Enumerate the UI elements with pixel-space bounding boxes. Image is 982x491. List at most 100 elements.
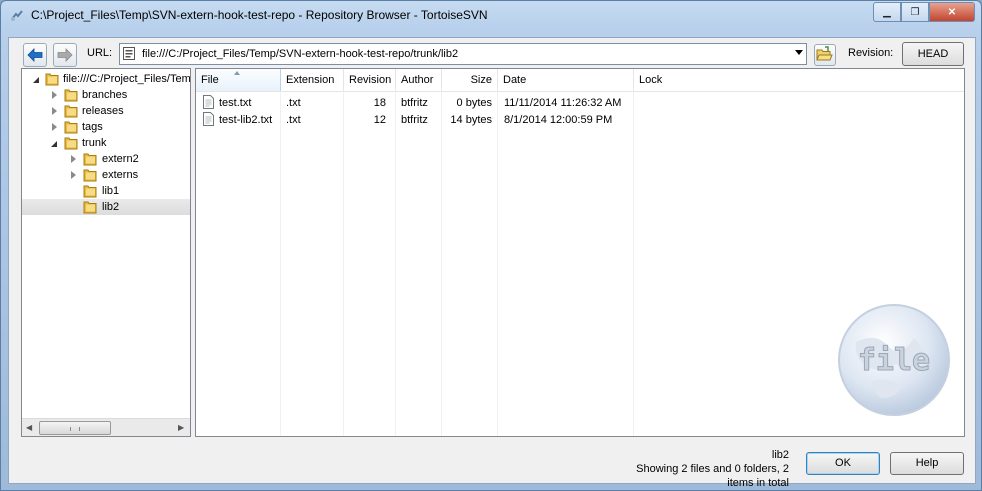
column-header-file[interactable]: File bbox=[196, 69, 281, 91]
revision-head-button[interactable]: HEAD bbox=[902, 42, 964, 66]
repository-icon bbox=[123, 47, 135, 60]
tree-item-label: releases bbox=[82, 105, 124, 117]
column-divider bbox=[441, 91, 442, 436]
tree-item-label: lib2 bbox=[102, 201, 120, 213]
url-value: file:///C:/Project_Files/Temp/SVN-extern… bbox=[142, 48, 459, 60]
file-size: 14 bytes bbox=[450, 114, 492, 126]
browse-folder-button[interactable] bbox=[814, 44, 836, 66]
column-header-size[interactable]: Size bbox=[442, 69, 498, 91]
file-name: test-lib2.txt bbox=[219, 114, 273, 126]
forward-arrow-icon bbox=[57, 48, 73, 62]
expand-toggle-icon[interactable] bbox=[71, 171, 76, 179]
text-file-icon bbox=[203, 95, 214, 109]
folder-icon bbox=[83, 185, 97, 198]
file-protocol-globe-icon: file bbox=[838, 304, 950, 416]
folder-icon bbox=[83, 201, 97, 214]
open-folder-icon bbox=[816, 46, 833, 61]
minimize-button[interactable]: ▁ bbox=[873, 2, 901, 22]
file-row[interactable]: test-lib2.txt .txt 12 btfritz 14 bytes 8… bbox=[196, 112, 964, 129]
scroll-left-icon[interactable]: ◀ bbox=[26, 423, 32, 432]
revision-label: Revision: bbox=[848, 47, 894, 59]
scrollbar-thumb[interactable] bbox=[39, 421, 111, 435]
folder-icon bbox=[64, 89, 78, 102]
folder-icon bbox=[83, 153, 97, 166]
file-list-header: File Extension Revision Author Size Date… bbox=[196, 69, 964, 92]
help-button[interactable]: Help bbox=[890, 452, 964, 475]
expand-toggle-icon[interactable] bbox=[51, 141, 57, 147]
column-header-lock[interactable]: Lock bbox=[634, 69, 964, 91]
tree-item-label: tags bbox=[82, 121, 103, 133]
file-date: 8/1/2014 12:00:59 PM bbox=[504, 114, 613, 126]
sort-ascending-icon bbox=[234, 71, 240, 75]
tree-item-label: trunk bbox=[82, 137, 107, 149]
column-divider bbox=[633, 91, 634, 436]
title-bar[interactable]: C:\Project_Files\Temp\SVN-extern-hook-te… bbox=[1, 1, 981, 29]
folder-icon bbox=[64, 121, 78, 134]
folder-icon bbox=[64, 105, 78, 118]
file-size: 0 bytes bbox=[456, 97, 492, 109]
grip-icon bbox=[70, 427, 80, 431]
column-label: Author bbox=[401, 74, 434, 86]
expand-toggle-icon[interactable] bbox=[52, 107, 57, 115]
file-extension: .txt bbox=[286, 114, 301, 126]
tree-horizontal-scrollbar[interactable]: ◀ ▶ bbox=[22, 418, 190, 436]
column-header-revision[interactable]: Revision bbox=[344, 69, 396, 91]
toolbar: URL: file:///C:/Project_Files/Temp/SVN-e… bbox=[9, 38, 975, 70]
file-list[interactable]: File Extension Revision Author Size Date… bbox=[195, 68, 965, 437]
folder-icon bbox=[45, 73, 59, 86]
expand-toggle-icon[interactable] bbox=[33, 77, 39, 83]
dialog-client-area: URL: file:///C:/Project_Files/Temp/SVN-e… bbox=[8, 37, 976, 489]
file-row[interactable]: test.txt .txt 18 btfritz 0 bytes 11/11/2… bbox=[196, 95, 964, 112]
column-header-extension[interactable]: Extension bbox=[281, 69, 344, 91]
forward-button[interactable] bbox=[53, 43, 77, 67]
chevron-down-icon[interactable] bbox=[795, 50, 803, 55]
repository-browser-window: C:\Project_Files\Temp\SVN-extern-hook-te… bbox=[0, 0, 982, 491]
file-extension: .txt bbox=[286, 97, 301, 109]
file-author: btfritz bbox=[401, 114, 428, 126]
column-label: Extension bbox=[286, 74, 335, 86]
column-label: Lock bbox=[639, 74, 663, 86]
column-label: Size bbox=[470, 74, 492, 86]
tree-item-lib2[interactable]: lib2 bbox=[22, 199, 190, 215]
status-summary: Showing 2 files and 0 folders, 2 items i… bbox=[636, 463, 789, 489]
column-divider bbox=[280, 91, 281, 436]
column-divider bbox=[395, 91, 396, 436]
scroll-right-icon[interactable]: ▶ bbox=[178, 423, 184, 432]
status-area: lib2 Showing 2 files and 0 folders, 2 it… bbox=[609, 448, 789, 490]
column-label: File bbox=[201, 74, 219, 86]
column-header-date[interactable]: Date bbox=[498, 69, 634, 91]
watermark-text: file bbox=[858, 343, 930, 378]
file-revision: 18 bbox=[373, 97, 386, 109]
column-divider bbox=[497, 91, 498, 436]
url-label: URL: bbox=[87, 47, 113, 59]
expand-toggle-icon[interactable] bbox=[52, 123, 57, 131]
url-combobox[interactable]: file:///C:/Project_Files/Temp/SVN-extern… bbox=[119, 43, 807, 65]
file-author: btfritz bbox=[401, 97, 428, 109]
folder-icon bbox=[64, 137, 78, 150]
maximize-button[interactable]: ❐ bbox=[901, 2, 929, 22]
status-current-item: lib2 bbox=[771, 449, 789, 461]
tree-item-label: lib1 bbox=[102, 185, 120, 197]
tortoisesvn-icon bbox=[11, 10, 23, 21]
repository-tree[interactable]: file:///C:/Project_Files/Temp/SVN-extern… bbox=[21, 68, 191, 437]
expand-toggle-icon[interactable] bbox=[71, 155, 76, 163]
file-date: 11/11/2014 11:26:32 AM bbox=[504, 97, 622, 109]
window-title: C:\Project_Files\Temp\SVN-extern-hook-te… bbox=[31, 8, 488, 22]
expand-toggle-icon[interactable] bbox=[52, 91, 57, 99]
folder-icon bbox=[83, 169, 97, 182]
text-file-icon bbox=[203, 112, 214, 126]
column-label: Date bbox=[503, 74, 527, 86]
file-revision: 12 bbox=[373, 114, 386, 126]
column-header-author[interactable]: Author bbox=[396, 69, 442, 91]
ok-button[interactable]: OK bbox=[806, 452, 880, 475]
column-divider bbox=[343, 91, 344, 436]
tree-item-label: externs bbox=[102, 169, 139, 181]
back-button[interactable] bbox=[23, 43, 47, 67]
close-button[interactable]: ✕ bbox=[929, 2, 975, 22]
tree-item-label: branches bbox=[82, 89, 128, 101]
file-name: test.txt bbox=[219, 97, 252, 109]
window-controls: ▁ ❐ ✕ bbox=[873, 2, 975, 22]
back-arrow-icon bbox=[27, 48, 43, 62]
tree-item-label: file:///C:/Project_Files/Temp/SVN-extern… bbox=[63, 73, 191, 85]
column-label: Revision bbox=[349, 74, 392, 86]
